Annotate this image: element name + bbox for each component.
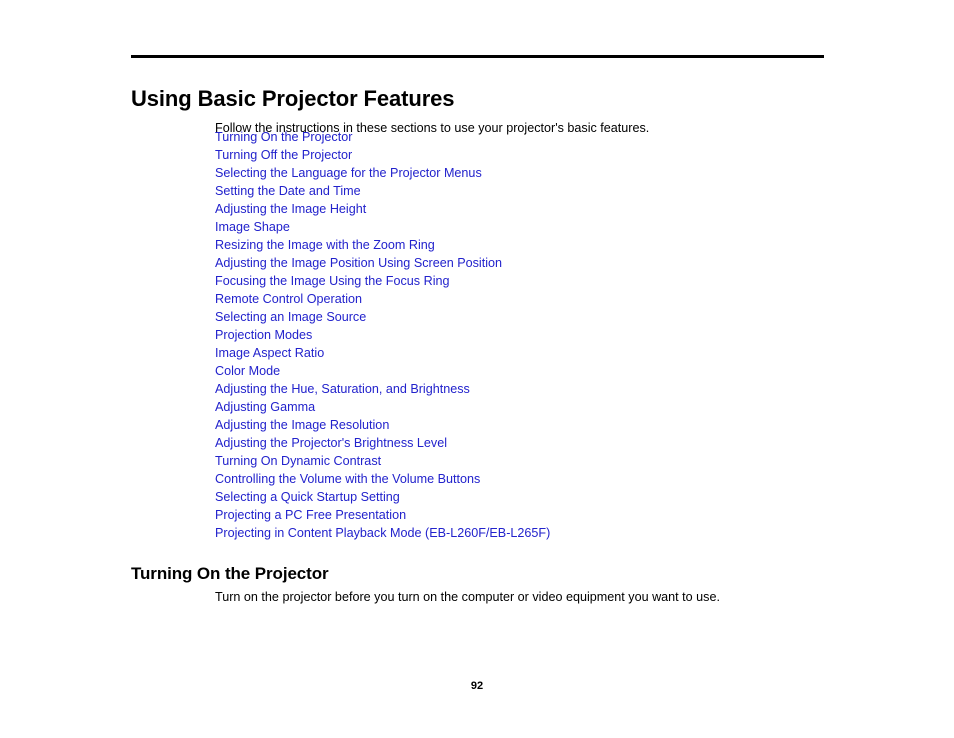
toc-link-remote-control-operation[interactable]: Remote Control Operation xyxy=(215,292,362,306)
toc-link-setting-the-date-and-time[interactable]: Setting the Date and Time xyxy=(215,184,361,198)
list-item: Adjusting the Image Resolution xyxy=(215,416,550,434)
toc-link-adjusting-the-hue-saturation-and-brightness[interactable]: Adjusting the Hue, Saturation, and Brigh… xyxy=(215,382,470,396)
toc-link-selecting-a-quick-startup-setting[interactable]: Selecting a Quick Startup Setting xyxy=(215,490,400,504)
list-item: Adjusting the Hue, Saturation, and Brigh… xyxy=(215,380,550,398)
toc-link-color-mode[interactable]: Color Mode xyxy=(215,364,280,378)
list-item: Controlling the Volume with the Volume B… xyxy=(215,470,550,488)
list-item: Selecting the Language for the Projector… xyxy=(215,164,550,182)
page-number: 92 xyxy=(470,680,484,692)
list-item: Image Shape xyxy=(215,218,550,236)
toc-link-adjusting-the-image-height[interactable]: Adjusting the Image Height xyxy=(215,202,366,216)
chapter-title-rule xyxy=(131,55,824,58)
list-item: Remote Control Operation xyxy=(215,290,550,308)
toc-link-turning-off-the-projector[interactable]: Turning Off the Projector xyxy=(215,148,352,162)
list-item: Adjusting Gamma xyxy=(215,398,550,416)
list-item: Selecting a Quick Startup Setting xyxy=(215,488,550,506)
toc-link-adjusting-the-image-position-using-screen-position[interactable]: Adjusting the Image Position Using Scree… xyxy=(215,256,502,270)
list-item: Image Aspect Ratio xyxy=(215,344,550,362)
toc-link-controlling-the-volume-with-the-volume-buttons[interactable]: Controlling the Volume with the Volume B… xyxy=(215,472,480,486)
document-page: Using Basic Projector Features Follow th… xyxy=(0,0,954,738)
list-item: Selecting an Image Source xyxy=(215,308,550,326)
toc-link-selecting-an-image-source[interactable]: Selecting an Image Source xyxy=(215,310,366,324)
list-item: Turning Off the Projector xyxy=(215,146,550,164)
toc-link-focusing-the-image-using-the-focus-ring[interactable]: Focusing the Image Using the Focus Ring xyxy=(215,274,450,288)
toc-link-adjusting-the-projectors-brightness-level[interactable]: Adjusting the Projector's Brightness Lev… xyxy=(215,436,447,450)
toc-link-resizing-the-image-with-the-zoom-ring[interactable]: Resizing the Image with the Zoom Ring xyxy=(215,238,435,252)
toc-link-adjusting-the-image-resolution[interactable]: Adjusting the Image Resolution xyxy=(215,418,389,432)
toc-link-turning-on-dynamic-contrast[interactable]: Turning On Dynamic Contrast xyxy=(215,454,381,468)
toc-link-turning-on-the-projector[interactable]: Turning On the Projector xyxy=(215,130,352,144)
list-item: Turning On the Projector xyxy=(215,128,550,146)
list-item: Adjusting the Image Position Using Scree… xyxy=(215,254,550,272)
list-item: Adjusting the Image Height xyxy=(215,200,550,218)
toc-link-selecting-the-language-for-the-projector-menus[interactable]: Selecting the Language for the Projector… xyxy=(215,166,482,180)
table-of-contents-list: Turning On the Projector Turning Off the… xyxy=(215,128,550,542)
list-item: Projecting a PC Free Presentation xyxy=(215,506,550,524)
list-item: Color Mode xyxy=(215,362,550,380)
section-paragraph: Turn on the projector before you turn on… xyxy=(215,589,720,604)
list-item: Projecting in Content Playback Mode (EB-… xyxy=(215,524,550,542)
section-heading-turning-on-the-projector: Turning On the Projector xyxy=(131,564,329,584)
toc-link-image-shape[interactable]: Image Shape xyxy=(215,220,290,234)
list-item: Adjusting the Projector's Brightness Lev… xyxy=(215,434,550,452)
toc-link-projecting-a-pc-free-presentation[interactable]: Projecting a PC Free Presentation xyxy=(215,508,406,522)
toc-link-projecting-in-content-playback-mode[interactable]: Projecting in Content Playback Mode (EB-… xyxy=(215,526,550,540)
list-item: Projection Modes xyxy=(215,326,550,344)
list-item: Focusing the Image Using the Focus Ring xyxy=(215,272,550,290)
list-item: Setting the Date and Time xyxy=(215,182,550,200)
toc-link-adjusting-gamma[interactable]: Adjusting Gamma xyxy=(215,400,315,414)
page-title: Using Basic Projector Features xyxy=(131,85,455,111)
list-item: Resizing the Image with the Zoom Ring xyxy=(215,236,550,254)
toc-link-projection-modes[interactable]: Projection Modes xyxy=(215,328,312,342)
list-item: Turning On Dynamic Contrast xyxy=(215,452,550,470)
toc-link-image-aspect-ratio[interactable]: Image Aspect Ratio xyxy=(215,346,324,360)
